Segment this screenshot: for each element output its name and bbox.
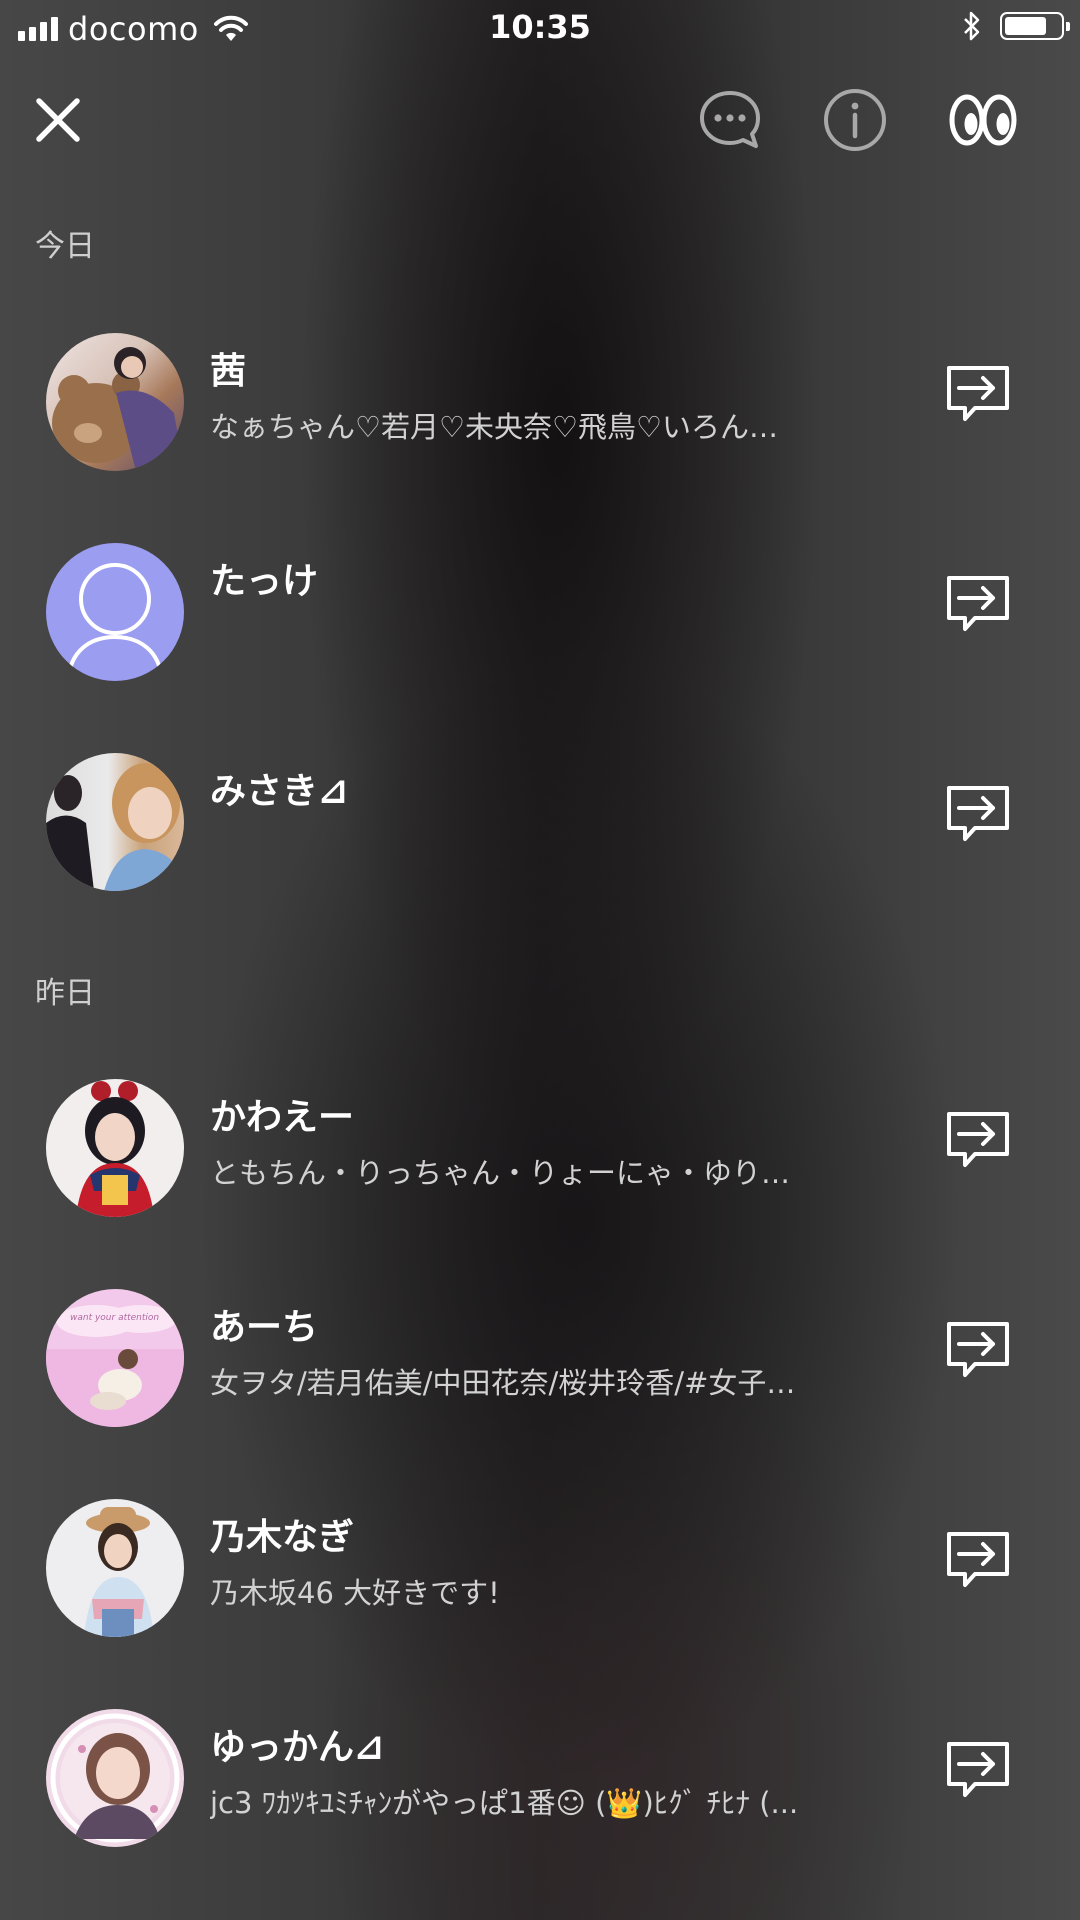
- visitors-button[interactable]: [940, 80, 1026, 160]
- friend-status: ともちん・りっちゃん・りょーにゃ・ゆり…: [210, 1156, 791, 1190]
- avatar-caption: want your attention: [70, 1313, 160, 1323]
- avatar-photo: [46, 763, 184, 891]
- share-icon[interactable]: [945, 1528, 1011, 1594]
- share-icon[interactable]: [945, 1108, 1011, 1174]
- share-icon[interactable]: [945, 782, 1011, 848]
- chat-button[interactable]: [690, 80, 770, 160]
- avatar-photo: [46, 1305, 184, 1427]
- bluetooth-icon: [964, 11, 980, 41]
- avatar-photo: [84, 1507, 154, 1637]
- toolbar: [0, 80, 1080, 160]
- eyes-icon: [949, 94, 1017, 146]
- friend-name: あーち: [210, 1307, 319, 1348]
- friend-status: 女ヲタ/若月佑美/中田花奈/桜井玲香/#女子…: [210, 1366, 796, 1400]
- close-icon: [36, 98, 80, 142]
- friend-status: 乃木坂46 大好きです!: [210, 1576, 500, 1610]
- share-icon[interactable]: [945, 362, 1011, 428]
- avatar[interactable]: [46, 753, 184, 891]
- status-right: [962, 10, 1070, 42]
- close-button[interactable]: [20, 80, 96, 160]
- friend-name: みさき⊿: [210, 771, 349, 812]
- avatar-photo: [52, 347, 184, 471]
- friend-name: たっけ: [210, 561, 319, 602]
- friend-row[interactable]: ゆっかん⊿ jc3 ﾜｶﾂｷﾕﾐﾁｬﾝがやっぱ1番☺ (👑)ﾋｸﾞ ﾁﾋﾅ (.…: [0, 1698, 1080, 1858]
- friend-row[interactable]: かわえー ともちん・りっちゃん・りょーにゃ・ゆり…: [0, 1068, 1080, 1228]
- friend-status: なぁちゃん♡若月♡未央奈♡飛鳥♡いろん…: [210, 410, 778, 444]
- share-icon[interactable]: [945, 1318, 1011, 1384]
- avatar[interactable]: [46, 1079, 184, 1217]
- status-bar: docomo 10:35: [0, 0, 1080, 58]
- chat-bubble-icon: [700, 91, 760, 148]
- avatar[interactable]: [46, 1709, 184, 1847]
- section-label-today: 今日: [35, 229, 95, 264]
- avatar[interactable]: [46, 1499, 184, 1637]
- section-label-yesterday: 昨日: [35, 976, 95, 1011]
- friend-row[interactable]: 茜 なぁちゃん♡若月♡未央奈♡飛鳥♡いろん…: [0, 322, 1080, 482]
- share-icon[interactable]: [945, 1738, 1011, 1804]
- friend-row[interactable]: みさき⊿: [0, 742, 1080, 902]
- info-icon: [824, 89, 886, 151]
- info-button[interactable]: [815, 80, 895, 160]
- avatar[interactable]: want your attention: [46, 1289, 184, 1427]
- friend-row[interactable]: たっけ: [0, 532, 1080, 692]
- person-icon: [66, 563, 164, 681]
- friend-status: jc3 ﾜｶﾂｷﾕﾐﾁｬﾝがやっぱ1番☺ (👑)ﾋｸﾞ ﾁﾋﾅ (...: [210, 1786, 799, 1820]
- clock: 10:35: [489, 8, 591, 46]
- share-icon[interactable]: [945, 572, 1011, 638]
- friend-row[interactable]: want your attention あーち 女ヲタ/若月佑美/中田花奈/桜井…: [0, 1278, 1080, 1438]
- friend-name: かわえー: [210, 1097, 355, 1138]
- default-avatar[interactable]: [46, 543, 184, 681]
- friend-row[interactable]: 乃木なぎ 乃木坂46 大好きです!: [0, 1488, 1080, 1648]
- friend-name: 乃木なぎ: [210, 1517, 355, 1558]
- avatar-photo: [50, 1713, 180, 1843]
- friend-name: ゆっかん⊿: [210, 1727, 385, 1768]
- avatar[interactable]: [46, 333, 184, 471]
- avatar-photo: [76, 1081, 154, 1217]
- friend-name: 茜: [210, 351, 247, 392]
- battery-icon: [1000, 12, 1070, 40]
